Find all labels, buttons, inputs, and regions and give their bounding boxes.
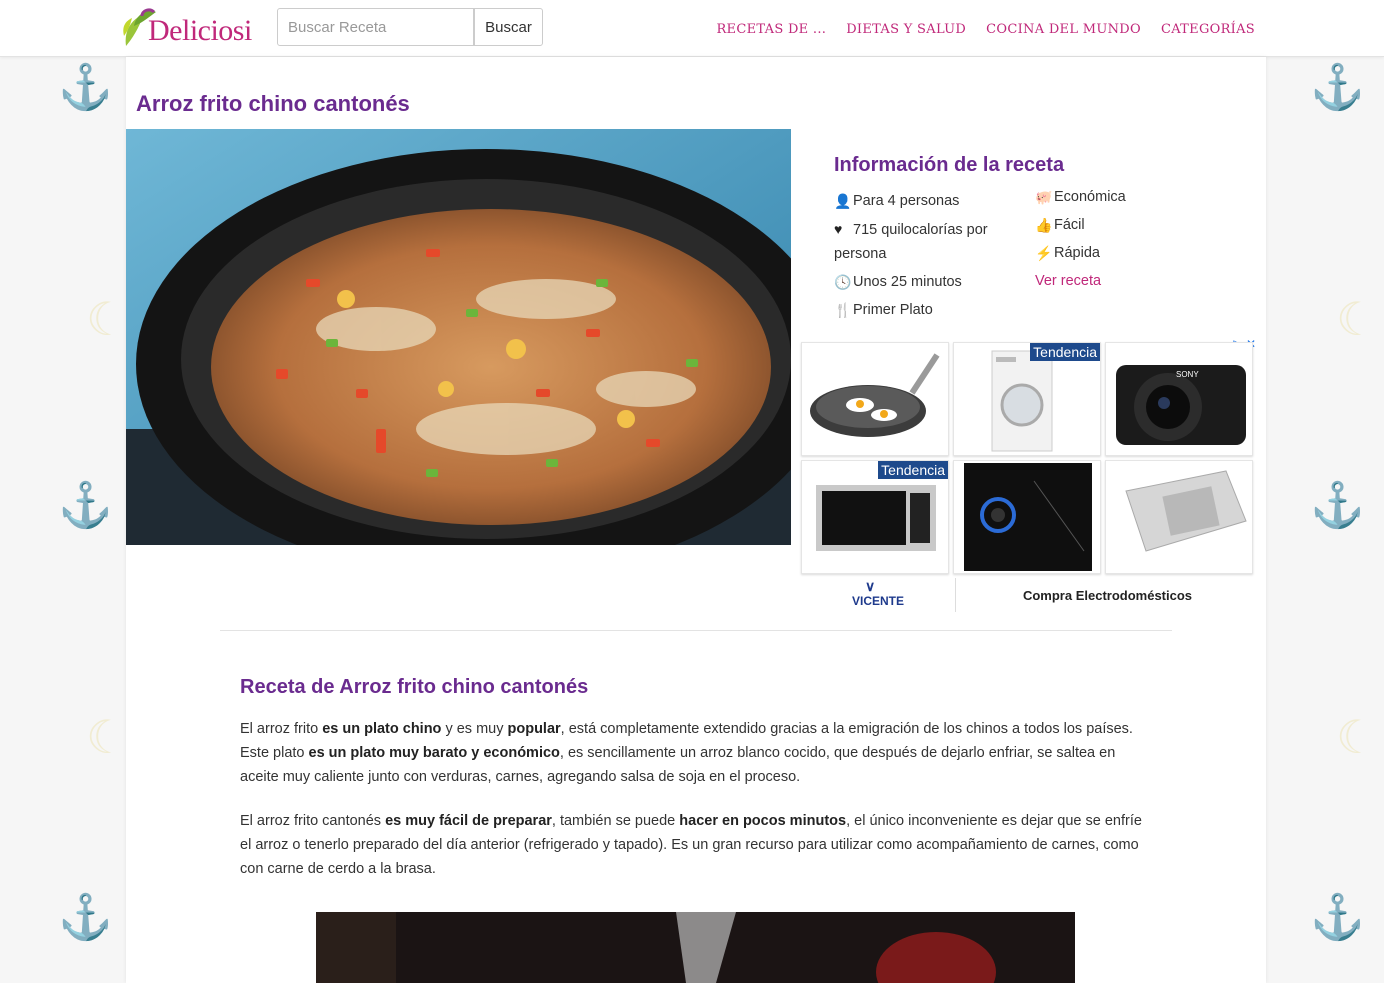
- skewer-decoration-icon: ⚓: [58, 481, 113, 530]
- user-icon: 👤: [834, 193, 852, 209]
- ad-badge: Tendencia: [1030, 343, 1100, 361]
- ad-cta-link[interactable]: Compra Electrodomésticos: [959, 588, 1256, 603]
- thumbs-up-icon: 👍: [1035, 217, 1053, 233]
- ad-product-steel-sink[interactable]: [1105, 460, 1253, 574]
- main-nav: RECETAS DE ... DIETAS Y SALUD COCINA DEL…: [716, 22, 1255, 37]
- text-span: El arroz frito cantonés: [240, 813, 386, 829]
- recipe-info-left: 👤 Para 4 personas ♥ 715 quilocalorías por…: [834, 189, 1009, 326]
- text-span: , también se puede: [551, 813, 680, 829]
- nav-cocina-del-mundo[interactable]: COCINA DEL MUNDO: [986, 22, 1141, 37]
- heart-icon: ♥: [834, 221, 843, 237]
- recipe-info-right: 🐖 Económica 👍 Fácil ⚡ Rápida Ver receta: [1035, 185, 1185, 297]
- nav-dietas-y-salud[interactable]: DIETAS Y SALUD: [846, 22, 966, 37]
- camera-brand-label: SONY: [1176, 370, 1199, 379]
- info-speed: ⚡ Rápida: [1035, 241, 1185, 265]
- recipe-info-title: Información de la receta: [834, 154, 1065, 176]
- logo-text: Deliciosi: [148, 14, 252, 47]
- main-content: Arroz frito chino cantonés Información d…: [126, 57, 1266, 983]
- ad-product-washing-machine[interactable]: Tendencia: [953, 342, 1101, 456]
- cutlery-icon: 🍴: [834, 302, 852, 318]
- ad-brand-name: VICENTE: [851, 594, 904, 608]
- clock-icon: 🕓: [834, 274, 852, 290]
- piggy-bank-icon: 🐖: [1035, 189, 1053, 205]
- info-link-row: Ver receta: [1035, 269, 1185, 293]
- ad-product-frying-pan[interactable]: [801, 342, 949, 456]
- article-paragraph-2: El arroz frito cantonés es muy fácil de …: [240, 809, 1145, 881]
- info-cost: 🐖 Económica: [1035, 185, 1185, 209]
- info-servings: 👤 Para 4 personas: [834, 189, 1009, 213]
- ad-product-gas-hob[interactable]: [953, 460, 1101, 574]
- site-logo[interactable]: Deliciosi: [120, 4, 270, 52]
- bold-text: hacer en pocos minutos: [679, 813, 847, 829]
- banana-decoration-icon: ☾: [86, 293, 128, 345]
- brand-v-icon: ∨: [865, 578, 876, 594]
- skewer-decoration-icon: ⚓: [1310, 63, 1365, 112]
- bold-text: popular: [507, 721, 561, 737]
- info-course: 🍴 Primer Plato: [834, 298, 1009, 322]
- skewer-decoration-icon: ⚓: [58, 63, 113, 112]
- article-paragraph-1: El arroz frito es un plato chino y es mu…: [240, 717, 1145, 789]
- text-span: y es muy: [441, 721, 508, 737]
- skewer-decoration-icon: ⚓: [1310, 893, 1365, 942]
- nav-categorias[interactable]: CATEGORÍAS: [1161, 22, 1255, 37]
- info-time-text: Unos 25 minutos: [853, 274, 962, 290]
- bolt-icon: ⚡: [1035, 245, 1053, 261]
- search-input[interactable]: [277, 8, 474, 46]
- banana-decoration-icon: ☾: [1336, 711, 1378, 763]
- info-servings-text: Para 4 personas: [853, 193, 960, 209]
- recipe-hero-image: [126, 129, 791, 545]
- ad-block: ▷ ✕ Tendencia: [801, 337, 1256, 615]
- info-cost-text: Económica: [1054, 189, 1126, 205]
- info-calories-text: 715 quilocalorías por persona: [834, 222, 988, 262]
- ver-receta-link[interactable]: Ver receta: [1035, 269, 1101, 293]
- skewer-decoration-icon: ⚓: [58, 893, 113, 942]
- nav-recetas-de[interactable]: RECETAS DE ...: [716, 22, 826, 37]
- skewer-decoration-icon: ⚓: [1310, 481, 1365, 530]
- info-speed-text: Rápida: [1054, 245, 1100, 261]
- info-calories: ♥ 715 quilocalorías por persona: [834, 217, 1009, 266]
- bold-text: es un plato muy barato y económico: [308, 745, 560, 761]
- info-time: 🕓 Unos 25 minutos: [834, 270, 1009, 294]
- banana-decoration-icon: ☾: [1336, 293, 1378, 345]
- bold-text: es muy fácil de preparar: [385, 813, 552, 829]
- info-difficulty-text: Fácil: [1054, 217, 1085, 233]
- bold-text: es un plato chino: [322, 721, 442, 737]
- page-title: Arroz frito chino cantonés: [136, 91, 410, 116]
- ad-product-microwave[interactable]: Tendencia: [801, 460, 949, 574]
- site-header: Deliciosi Buscar RECETAS DE ... DIETAS Y…: [0, 0, 1384, 57]
- ad-badge: Tendencia: [878, 461, 948, 479]
- ad-brand-logo[interactable]: ∨ VICENTE: [801, 578, 956, 612]
- text-span: El arroz frito: [240, 721, 323, 737]
- info-difficulty: 👍 Fácil: [1035, 213, 1185, 237]
- ad-product-camera[interactable]: SONY: [1105, 342, 1253, 456]
- info-course-text: Primer Plato: [853, 302, 933, 318]
- banana-decoration-icon: ☾: [86, 711, 128, 763]
- recipe-section-title: Receta de Arroz frito chino cantonés: [240, 676, 589, 698]
- section-divider: [220, 630, 1172, 631]
- recipe-video-player[interactable]: [316, 912, 1075, 983]
- search-button[interactable]: Buscar: [474, 8, 543, 46]
